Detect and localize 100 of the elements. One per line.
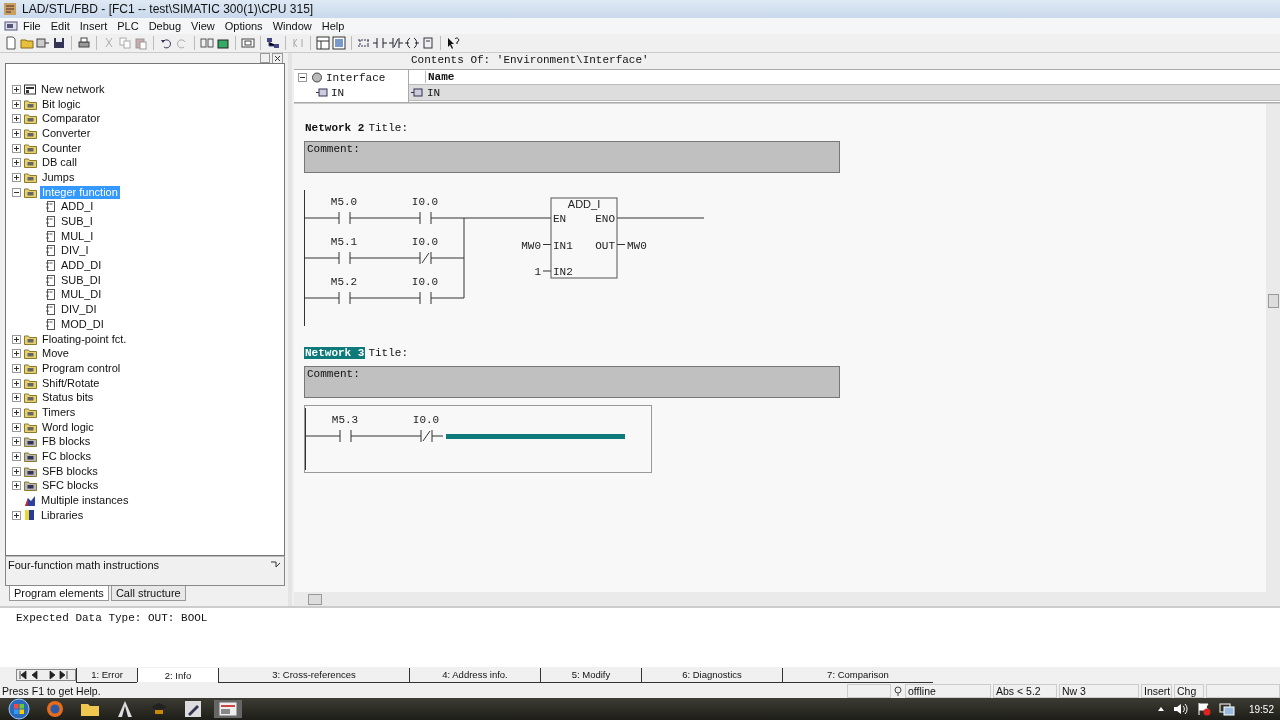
output-tab[interactable]: 7: Comparison	[782, 667, 933, 683]
tree-item[interactable]: Jumps	[40, 170, 77, 184]
expand-toggle[interactable]	[12, 158, 21, 168]
output-tab[interactable]: 1: Error	[76, 667, 137, 683]
comment-field[interactable]: Comment:	[304, 366, 840, 398]
document-icon[interactable]	[4, 20, 18, 32]
output-tab[interactable]: 3: Cross-references	[218, 667, 409, 683]
tree-item[interactable]: SUB_DI	[59, 273, 103, 287]
network-label[interactable]: Network 2	[304, 122, 366, 134]
panel-tab[interactable]: Call structure	[110, 586, 186, 601]
normally-closed-contact[interactable]	[419, 251, 432, 265]
tree-item[interactable]: Floating-point fct.	[40, 332, 129, 346]
tree-item[interactable]: FB blocks	[40, 435, 93, 449]
new-file-icon[interactable]	[4, 36, 18, 50]
menu-item[interactable]: View	[186, 20, 220, 32]
collapse-toggle[interactable]	[12, 187, 21, 197]
expand-toggle[interactable]	[12, 172, 21, 182]
window-icon[interactable]	[241, 36, 255, 50]
expand-toggle[interactable]	[12, 437, 21, 447]
tree-item[interactable]: MOD_DI	[59, 317, 106, 331]
normally-open-contact[interactable]	[338, 211, 351, 225]
expand-toggle[interactable]	[12, 407, 21, 417]
undo-icon[interactable]	[159, 36, 173, 50]
menu-item[interactable]: Debug	[143, 20, 187, 32]
tree-item[interactable]: ADD_I	[59, 200, 96, 214]
expand-toggle[interactable]	[12, 510, 21, 520]
speaker-icon[interactable]	[1172, 702, 1189, 716]
normally-closed-contact[interactable]	[420, 429, 433, 443]
tree-item[interactable]: Bit logic	[40, 97, 83, 111]
menu-item[interactable]: Help	[316, 20, 350, 32]
tree-item[interactable]: Timers	[40, 405, 78, 419]
tree-item[interactable]: Counter	[40, 141, 84, 155]
expand-toggle[interactable]	[12, 452, 21, 462]
network-label[interactable]: Network 3	[304, 347, 366, 359]
flag-icon[interactable]	[1196, 702, 1211, 716]
monitor-icon[interactable]	[216, 36, 230, 50]
network-icon[interactable]	[266, 36, 280, 50]
program-window-icon[interactable]	[214, 700, 242, 718]
expand-toggle[interactable]	[12, 99, 21, 109]
expand-toggle[interactable]	[12, 84, 21, 94]
open-folder-icon[interactable]	[20, 36, 34, 50]
help-pointer-icon[interactable]	[446, 36, 460, 50]
menu-item[interactable]: Window	[267, 20, 317, 32]
details-icon[interactable]	[332, 36, 346, 50]
tree-item[interactable]: Program control	[40, 361, 123, 375]
show-hidden-icons-arrow[interactable]	[1156, 705, 1165, 713]
expand-toggle[interactable]	[12, 349, 21, 359]
normally-open-contact[interactable]	[338, 251, 351, 265]
tree-item[interactable]: IN	[331, 86, 345, 99]
tree-item[interactable]: DIV_DI	[59, 303, 99, 317]
expand-toggle[interactable]	[12, 334, 21, 344]
output-tab[interactable]: 2: Info	[137, 668, 218, 682]
tree-item[interactable]: SFC blocks	[40, 479, 101, 493]
expand-toggle[interactable]	[12, 114, 21, 124]
normally-open-contact[interactable]	[339, 429, 352, 443]
tree-item[interactable]: Shift/Rotate	[40, 376, 102, 390]
normally-open-contact[interactable]	[419, 291, 432, 305]
menu-item[interactable]: File	[18, 20, 46, 32]
expand-toggle[interactable]	[12, 481, 21, 491]
collapse-toggle[interactable]	[298, 72, 308, 83]
tree-item[interactable]: Move	[40, 347, 71, 361]
network-status-icon[interactable]	[1218, 702, 1235, 716]
normally-open-contact[interactable]	[338, 291, 351, 305]
download-icon[interactable]	[36, 36, 50, 50]
tree-item[interactable]: Interface	[326, 71, 386, 84]
panel-tab[interactable]: Program elements	[9, 586, 109, 601]
expand-toggle[interactable]	[12, 363, 21, 373]
tree-item[interactable]: DIV_I	[59, 244, 91, 258]
output-tab[interactable]: 5: Modify	[540, 667, 641, 683]
expand-toggle[interactable]	[12, 393, 21, 403]
closed-contact-icon[interactable]	[389, 36, 403, 50]
expand-toggle[interactable]	[12, 378, 21, 388]
coil-icon[interactable]	[405, 36, 419, 50]
expand-toggle[interactable]	[12, 143, 21, 153]
expand-toggle[interactable]	[12, 466, 21, 476]
tree-item[interactable]: Status bits	[40, 391, 96, 405]
tree-item[interactable]: DB call	[40, 156, 79, 170]
tree-item[interactable]: SUB_I	[59, 215, 95, 229]
column-header[interactable]: Name	[425, 70, 455, 83]
vertical-scrollbar[interactable]	[1266, 104, 1280, 592]
tree-item[interactable]: Comparator	[40, 112, 103, 126]
tree-item[interactable]: Multiple instances	[39, 494, 131, 508]
output-tab[interactable]: 6: Diagnostics	[641, 667, 782, 683]
normally-open-contact[interactable]	[419, 211, 432, 225]
output-tab[interactable]: 4: Address info.	[409, 667, 540, 683]
function-box[interactable]	[550, 197, 618, 279]
horizontal-scrollbar[interactable]	[294, 592, 1280, 606]
tree-item[interactable]: MUL_DI	[59, 288, 104, 302]
menu-item[interactable]: Insert	[74, 20, 113, 32]
overview-icon[interactable]	[316, 36, 330, 50]
tree-item[interactable]: New network	[39, 82, 107, 96]
tree-item[interactable]: FC blocks	[40, 450, 93, 464]
compare-icon[interactable]	[200, 36, 214, 50]
contact-icon[interactable]	[373, 36, 387, 50]
expand-toggle[interactable]	[12, 422, 21, 432]
tree-item[interactable]: ADD_DI	[59, 259, 104, 273]
menu-item[interactable]: Options	[219, 20, 268, 32]
print-icon[interactable]	[77, 36, 91, 50]
expand-toggle[interactable]	[12, 128, 21, 138]
branch-icon[interactable]	[357, 36, 371, 50]
